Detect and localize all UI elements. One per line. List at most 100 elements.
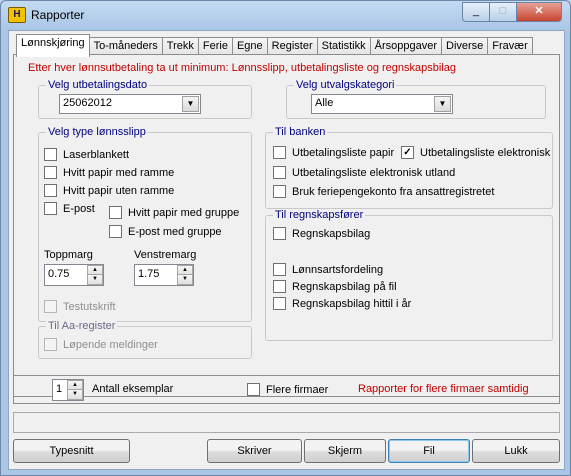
hvitt-med-ramme-checkbox[interactable]: Hvitt papir med ramme xyxy=(44,166,174,179)
lopende-meldinger-label: Løpende meldinger xyxy=(63,338,158,351)
checkbox-box[interactable] xyxy=(273,146,286,159)
checkbox-box[interactable] xyxy=(44,184,57,197)
venstremarg-spinner[interactable]: 1.75 ▲ ▼ xyxy=(134,264,194,286)
lonnsslipp-group: Velg type lønnsslipp Laserblankett Hvitt… xyxy=(38,126,252,322)
utbetalingsliste-utland-label: Utbetalingsliste elektronisk utland xyxy=(292,166,456,179)
close-button[interactable]: ✕ xyxy=(516,2,562,22)
regnskapsbilag-fil-label: Regnskapsbilag på fil xyxy=(292,280,397,293)
utbetalingsdato-value: 25062012 xyxy=(63,97,112,109)
skriver-button[interactable]: Skriver xyxy=(207,439,302,463)
utvalgskategori-value: Alle xyxy=(315,97,334,109)
utvalgskategori-legend: Velg utvalgskategori xyxy=(294,79,397,92)
testutskrift-checkbox: Testutskrift xyxy=(44,300,116,313)
tab-lonnskjoring[interactable]: Lønnskjøring xyxy=(16,34,90,57)
app-logo-icon: H xyxy=(8,7,26,23)
regnskapsbilag-hittil-checkbox[interactable]: Regnskapsbilag hittil i år xyxy=(273,297,411,310)
hvitt-med-gruppe-checkbox[interactable]: Hvitt papir med gruppe xyxy=(109,206,239,219)
lopende-meldinger-checkbox: Løpende meldinger xyxy=(44,338,158,351)
flere-firmaer-checkbox[interactable]: Flere firmaer xyxy=(247,383,328,396)
utbetalingsdato-group: Velg utbetalingsdato 25062012 ▼ xyxy=(38,79,252,119)
lonnsslipp-legend: Velg type lønnsslipp xyxy=(46,126,148,139)
lukk-button[interactable]: Lukk xyxy=(472,439,560,463)
flere-firmaer-label: Flere firmaer xyxy=(266,383,329,396)
toppmarg-label: Toppmarg xyxy=(44,249,93,261)
aa-register-group: Til Aa-register Løpende meldinger xyxy=(38,320,252,359)
epost-label: E-post xyxy=(63,202,95,215)
hvitt-uten-ramme-checkbox[interactable]: Hvitt papir uten ramme xyxy=(44,184,174,197)
minimum-notice: Etter hver lønnsutbetaling ta ut minimum… xyxy=(28,62,457,74)
banken-legend: Til banken xyxy=(273,126,328,139)
venstremarg-label: Venstremarg xyxy=(134,249,197,261)
utbetalingsliste-papir-label: Utbetalingsliste papir xyxy=(292,146,395,159)
utvalgskategori-group: Velg utvalgskategori Alle ▼ xyxy=(286,79,546,119)
antall-spinner[interactable]: 1 ▲ ▼ xyxy=(52,379,84,401)
checkbox-box[interactable] xyxy=(273,280,286,293)
hvitt-med-gruppe-label: Hvitt papir med gruppe xyxy=(128,206,240,219)
status-bar xyxy=(13,412,560,433)
hvitt-uten-ramme-label: Hvitt papir uten ramme xyxy=(63,184,175,197)
client-area: Lønnskjøring To-måneders Trekk Ferie Egne Reg… xyxy=(8,30,565,470)
regnskapsbilag-label: Regnskapsbilag xyxy=(292,227,371,240)
epost-med-gruppe-checkbox[interactable]: E-post med gruppe xyxy=(109,225,222,238)
utbetalingsliste-utland-checkbox[interactable]: Utbetalingsliste elektronisk utland xyxy=(273,166,455,179)
checkbox-box[interactable] xyxy=(109,206,122,219)
fil-button[interactable]: Fil xyxy=(388,439,470,463)
spin-down-icon[interactable]: ▼ xyxy=(67,389,83,400)
typesnitt-button[interactable]: Typesnitt xyxy=(13,439,130,463)
checkbox-box[interactable] xyxy=(273,227,286,240)
checkbox-box[interactable] xyxy=(247,383,260,396)
chevron-down-icon[interactable]: ▼ xyxy=(434,96,451,112)
banken-group: Til banken Utbetalingsliste papir ✓ Utbet… xyxy=(265,126,553,209)
toppmarg-spinner[interactable]: 0.75 ▲ ▼ xyxy=(44,264,104,286)
regnskapsbilag-hittil-label: Regnskapsbilag hittil i år xyxy=(292,297,412,310)
antall-label: Antall eksemplar xyxy=(92,383,174,395)
lonnsartsfordeling-checkbox[interactable]: Lønnsartsfordeling xyxy=(273,263,383,276)
aa-register-legend: Til Aa-register xyxy=(46,320,118,333)
checkbox-box[interactable] xyxy=(273,166,286,179)
lonnsartsfordeling-label: Lønnsartsfordeling xyxy=(292,263,384,276)
minimize-button[interactable]: _ xyxy=(462,2,490,22)
regnskapsbilag-fil-checkbox[interactable]: Regnskapsbilag på fil xyxy=(273,280,397,293)
utbetalingsliste-elektronisk-checkbox[interactable]: ✓ Utbetalingsliste elektronisk xyxy=(401,146,550,159)
antall-value: 1 xyxy=(56,383,63,395)
report-window: H Rapporter _ □ ✕ Lønnskjøring To-måneder… xyxy=(0,0,571,476)
chevron-down-icon[interactable]: ▼ xyxy=(182,96,199,112)
checkbox-box[interactable] xyxy=(273,185,286,198)
spin-down-icon[interactable]: ▼ xyxy=(87,274,103,285)
spin-down-icon[interactable]: ▼ xyxy=(177,274,193,285)
checkbox-box[interactable] xyxy=(44,202,57,215)
maximize-button[interactable]: □ xyxy=(489,2,517,22)
window-title: Rapporter xyxy=(31,8,85,22)
feriepengekonto-checkbox[interactable]: Bruk feriepengekonto fra ansattregistret… xyxy=(273,185,494,198)
utvalgskategori-select[interactable]: Alle ▼ xyxy=(311,94,453,114)
skjerm-button[interactable]: Skjerm xyxy=(304,439,386,463)
toppmarg-value: 0.75 xyxy=(48,268,70,280)
testutskrift-label: Testutskrift xyxy=(63,300,116,313)
hvitt-med-ramme-label: Hvitt papir med ramme xyxy=(63,166,175,179)
laserblankett-checkbox[interactable]: Laserblankett xyxy=(44,148,129,161)
regnskapsforer-group: Til regnskapsfører Regnskapsbilag Lønnsa… xyxy=(265,209,553,341)
checkbox-box xyxy=(44,338,57,351)
title-bar[interactable]: H Rapporter _ □ ✕ xyxy=(1,1,570,29)
tab-panel-lonnskjoring: Etter hver lønnsutbetaling ta ut minimum… xyxy=(13,54,560,397)
venstremarg-value: 1.75 xyxy=(138,268,160,280)
regnskapsbilag-checkbox[interactable]: Regnskapsbilag xyxy=(273,227,370,240)
checkbox-box[interactable] xyxy=(44,166,57,179)
checkbox-box xyxy=(44,300,57,313)
checkbox-box[interactable] xyxy=(273,263,286,276)
checkbox-box[interactable] xyxy=(109,225,122,238)
laserblankett-label: Laserblankett xyxy=(63,148,130,161)
antall-panel: 1 ▲ ▼ Antall eksemplar Flere firmaer Rap… xyxy=(13,375,560,404)
checkbox-box[interactable] xyxy=(273,297,286,310)
epost-med-gruppe-label: E-post med gruppe xyxy=(128,225,222,238)
utbetalingsliste-papir-checkbox[interactable]: Utbetalingsliste papir xyxy=(273,146,394,159)
epost-checkbox[interactable]: E-post xyxy=(44,202,95,215)
utbetalingsdato-select[interactable]: 25062012 ▼ xyxy=(59,94,201,114)
check-mark-icon[interactable]: ✓ xyxy=(401,146,414,159)
flere-firmaer-note: Rapporter for flere firmaer samtidig xyxy=(358,383,529,395)
utbetalingsliste-elektronisk-label: Utbetalingsliste elektronisk xyxy=(420,146,551,159)
tab-strip: Lønnskjøring To-måneders Trekk Ferie Egne Reg… xyxy=(16,34,533,57)
regnskapsforer-legend: Til regnskapsfører xyxy=(273,209,366,222)
checkbox-box[interactable] xyxy=(44,148,57,161)
utbetalingsdato-legend: Velg utbetalingsdato xyxy=(46,79,150,92)
